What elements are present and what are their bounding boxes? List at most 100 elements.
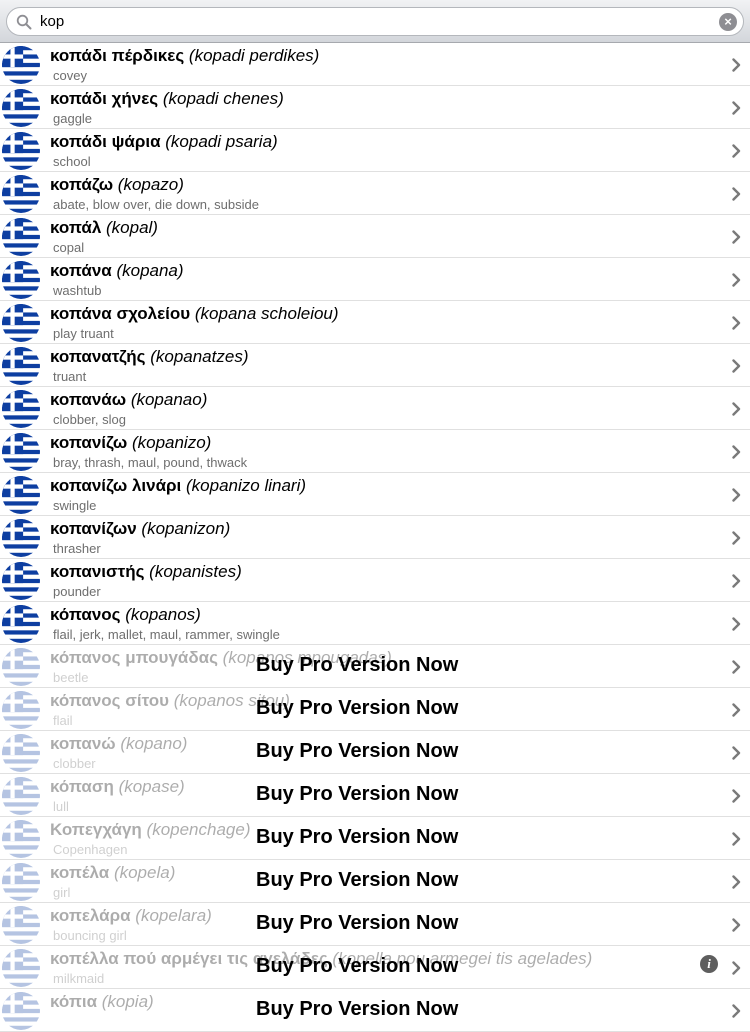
entry-title: κοπάδι πέρδικες (kopadi perdikes): [50, 46, 319, 66]
chevron-right-icon: [732, 574, 741, 588]
greek-term: κόπανος σίτου: [50, 691, 169, 710]
list-item[interactable]: κοπανίζω λινάρι (kopanizo linari) swingle: [0, 473, 750, 516]
list-item[interactable]: κοπανώ (kopano) clobber Buy Pro Version No…: [0, 731, 750, 774]
chevron-right-icon: [732, 531, 741, 545]
greek-flag-icon: [2, 519, 40, 557]
list-item[interactable]: κόπανος σίτου (kopanos sitou) flail Buy Pr…: [0, 688, 750, 731]
list-item[interactable]: κοπάζω (kopazo) abate, blow over, die dow…: [0, 172, 750, 215]
list-item[interactable]: κοπάδι χήνες (kopadi chenes) gaggle: [0, 86, 750, 129]
chevron-right-icon: [732, 961, 741, 975]
buy-pro-label[interactable]: Buy Pro Version Now: [256, 740, 458, 763]
buy-pro-label[interactable]: Buy Pro Version Now: [256, 912, 458, 935]
transliteration: (kopanistes): [144, 562, 242, 581]
buy-pro-label[interactable]: Buy Pro Version Now: [256, 869, 458, 892]
greek-flag-icon: [2, 734, 40, 772]
chevron-right-icon: [732, 58, 741, 72]
buy-pro-label[interactable]: Buy Pro Version Now: [256, 955, 458, 978]
list-item[interactable]: κόπανος μπουγάδας (kopanos mpougadas) bee…: [0, 645, 750, 688]
greek-flag-icon: [2, 992, 40, 1030]
greek-flag-icon: [2, 89, 40, 127]
list-item[interactable]: κοπάδι ψάρια (kopadi psaria) school: [0, 129, 750, 172]
chevron-right-icon: [732, 144, 741, 158]
greek-flag-icon: [2, 132, 40, 170]
entry-title: κοπελάρα (kopelara): [50, 906, 212, 926]
transliteration: (kopanao): [126, 390, 208, 409]
chevron-right-icon: [732, 488, 741, 502]
chevron-right-icon: [732, 703, 741, 717]
chevron-right-icon: [732, 230, 741, 244]
list-item[interactable]: κοπανάω (kopanao) clobber, slog: [0, 387, 750, 430]
buy-pro-label[interactable]: Buy Pro Version Now: [256, 783, 458, 806]
chevron-right-icon: [732, 316, 741, 330]
list-item[interactable]: κόπια (kopia) Buy Pro Version Now: [0, 989, 750, 1032]
transliteration: (kopanizon): [136, 519, 231, 538]
entry-title: κοπανίζω λινάρι (kopanizo linari): [50, 476, 306, 496]
greek-term: κόπανος μπουγάδας: [50, 648, 218, 667]
chevron-right-icon: [732, 273, 741, 287]
list-item[interactable]: κοπελάρα (kopelara) bouncing girl Buy Pro …: [0, 903, 750, 946]
chevron-right-icon: [732, 832, 741, 846]
list-item[interactable]: κοπέλλα πού αρμέγει τις αγελάδες (kopell…: [0, 946, 750, 989]
search-input[interactable]: [40, 13, 680, 30]
list-item[interactable]: κοπανίζω (kopanizo) bray, thrash, maul, p…: [0, 430, 750, 473]
entry-title: κοπανάω (kopanao): [50, 390, 207, 410]
list-item[interactable]: κοπανιστής (kopanistes) pounder: [0, 559, 750, 602]
search-field[interactable]: ×: [6, 7, 744, 36]
greek-term: κοπέλα: [50, 863, 110, 882]
list-item[interactable]: κοπανατζής (kopanatzes) truant: [0, 344, 750, 387]
transliteration: (kopadi perdikes): [184, 46, 320, 65]
entry-title: κοπανώ (kopano): [50, 734, 187, 754]
greek-flag-icon: [2, 261, 40, 299]
transliteration: (kopia): [97, 992, 154, 1011]
transliteration: (kopadi psaria): [160, 132, 278, 151]
list-item[interactable]: κοπάνα (kopana) washtub: [0, 258, 750, 301]
transliteration: (kopano): [115, 734, 188, 753]
greek-flag-icon: [2, 863, 40, 901]
english-translation: thrasher: [53, 541, 101, 556]
buy-pro-label[interactable]: Buy Pro Version Now: [256, 998, 458, 1021]
list-item[interactable]: κοπέλα (kopela) girl Buy Pro Version Now: [0, 860, 750, 903]
chevron-right-icon: [732, 187, 741, 201]
english-translation: flail, jerk, mallet, maul, rammer, swing…: [53, 627, 280, 642]
greek-flag-icon: [2, 476, 40, 514]
greek-term: κοπανίζω λινάρι: [50, 476, 182, 495]
buy-pro-label[interactable]: Buy Pro Version Now: [256, 697, 458, 720]
english-translation: covey: [53, 68, 87, 83]
list-item[interactable]: κόπαση (kopase) lull Buy Pro Version Now: [0, 774, 750, 817]
transliteration: (kopelara): [130, 906, 212, 925]
english-translation: copal: [53, 240, 85, 255]
entry-title: κοπάζω (kopazo): [50, 175, 184, 195]
chevron-right-icon: [732, 445, 741, 459]
list-item[interactable]: Κοπεγχάγη (kopenchage) Copenhagen Buy Pro …: [0, 817, 750, 860]
buy-pro-label[interactable]: Buy Pro Version Now: [256, 654, 458, 677]
english-translation: gaggle: [53, 111, 93, 126]
greek-term: κοπανίζων: [50, 519, 137, 538]
info-icon[interactable]: i: [700, 955, 718, 973]
list-item[interactable]: κοπάνα σχολείου (kopana scholeiou) play t…: [0, 301, 750, 344]
greek-flag-icon: [2, 648, 40, 686]
english-translation: truant: [53, 369, 87, 384]
list-item[interactable]: κοπάδι πέρδικες (kopadi perdikes) covey: [0, 43, 750, 86]
chevron-right-icon: [732, 746, 741, 760]
english-translation: school: [53, 154, 91, 169]
entry-title: κόπανος (kopanos): [50, 605, 201, 625]
english-translation: lull: [53, 799, 69, 814]
english-translation: clobber, slog: [53, 412, 126, 427]
greek-term: κοπάδι πέρδικες: [50, 46, 185, 65]
english-translation: milkmaid: [53, 971, 105, 986]
search-icon: [16, 14, 32, 30]
buy-pro-label[interactable]: Buy Pro Version Now: [256, 826, 458, 849]
list-item[interactable]: κοπανίζων (kopanizon) thrasher: [0, 516, 750, 559]
greek-term: κοπανώ: [50, 734, 116, 753]
transliteration: (kopanos): [120, 605, 201, 624]
greek-term: κοπάδι ψάρια: [50, 132, 161, 151]
transliteration: (kopazo): [113, 175, 184, 194]
transliteration: (kopadi chenes): [158, 89, 284, 108]
list-item[interactable]: κοπάλ (kopal) copal: [0, 215, 750, 258]
english-translation: Copenhagen: [53, 842, 128, 857]
english-translation: pounder: [53, 584, 101, 599]
english-translation: bray, thrash, maul, pound, thwack: [53, 455, 248, 470]
greek-flag-icon: [2, 390, 40, 428]
list-item[interactable]: κόπανος (kopanos) flail, jerk, mallet, ma…: [0, 602, 750, 645]
clear-search-icon[interactable]: ×: [719, 13, 737, 31]
